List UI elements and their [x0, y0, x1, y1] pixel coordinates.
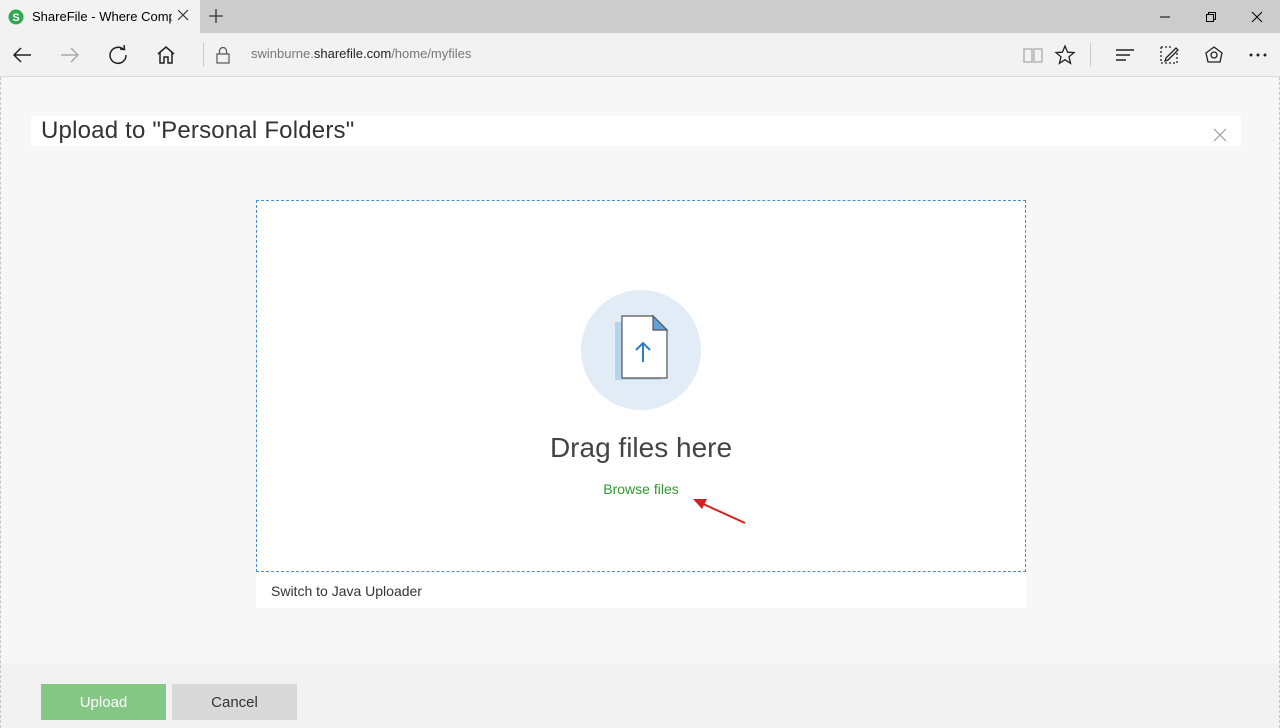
web-note-icon	[1160, 46, 1179, 64]
dialog-title: Upload to "Personal Folders"	[41, 117, 355, 144]
refresh-button[interactable]	[106, 43, 130, 67]
cancel-button[interactable]: Cancel	[172, 684, 297, 720]
dialog-footer: Upload Cancel	[1, 664, 1279, 728]
forward-button[interactable]	[58, 43, 82, 67]
file-upload-icon	[615, 314, 669, 380]
url-subdomain: swinburne.	[251, 46, 314, 61]
refresh-icon	[109, 44, 127, 64]
restore-button[interactable]	[1188, 0, 1234, 33]
divider	[1090, 43, 1091, 67]
lock-icon[interactable]	[215, 46, 231, 64]
more-button[interactable]	[1246, 43, 1270, 67]
tab-title: ShareFile - Where Comp	[32, 9, 172, 24]
browser-tab[interactable]: S ShareFile - Where Comp	[0, 0, 200, 33]
navigation-bar: swinburne.sharefile.com/home/myfiles	[0, 33, 1280, 77]
drop-zone[interactable]: Drag files here Browse files	[256, 200, 1026, 572]
minimize-icon	[1160, 16, 1170, 17]
switch-to-java-uploader-link[interactable]: Switch to Java Uploader	[271, 583, 422, 599]
annotation-arrow-icon	[693, 499, 746, 524]
new-tab-icon[interactable]	[208, 8, 224, 24]
url-domain: sharefile.com	[313, 46, 392, 61]
svg-text:S: S	[12, 12, 19, 24]
forward-arrow-icon	[61, 47, 80, 63]
close-tab-icon[interactable]	[176, 8, 190, 22]
web-note-button[interactable]	[1157, 43, 1181, 67]
divider	[203, 43, 204, 67]
hub-icon	[1116, 49, 1134, 61]
minimize-button[interactable]	[1142, 0, 1188, 33]
hub-button[interactable]	[1113, 43, 1137, 67]
upload-button[interactable]: Upload	[41, 684, 166, 720]
more-icon	[1249, 53, 1267, 57]
java-uploader-row: Switch to Java Uploader	[256, 573, 1026, 608]
back-button[interactable]	[10, 43, 34, 67]
star-icon	[1054, 44, 1076, 65]
back-arrow-icon	[12, 47, 31, 63]
close-icon	[1251, 11, 1263, 22]
share-button[interactable]	[1202, 43, 1226, 67]
reading-view-icon	[1023, 48, 1043, 63]
page-content: Upload to "Personal Folders" Drag files …	[0, 77, 1280, 728]
close-window-button[interactable]	[1234, 0, 1280, 33]
reading-view-button[interactable]	[1021, 43, 1045, 67]
close-icon[interactable]	[1212, 127, 1228, 143]
browse-files-link[interactable]: Browse files	[257, 481, 1025, 497]
restore-icon	[1206, 11, 1216, 22]
file-illustration	[581, 290, 701, 410]
url-path: /home/myfiles	[391, 46, 472, 61]
home-icon	[157, 46, 175, 64]
home-button[interactable]	[154, 43, 178, 67]
favorite-button[interactable]	[1053, 43, 1077, 67]
address-bar[interactable]: swinburne.sharefile.com/home/myfiles	[251, 46, 471, 61]
drag-files-text: Drag files here	[549, 432, 733, 463]
share-icon	[1205, 46, 1223, 63]
sharefile-logo-icon: S	[8, 9, 24, 24]
title-bar: S ShareFile - Where Comp	[0, 0, 1280, 33]
